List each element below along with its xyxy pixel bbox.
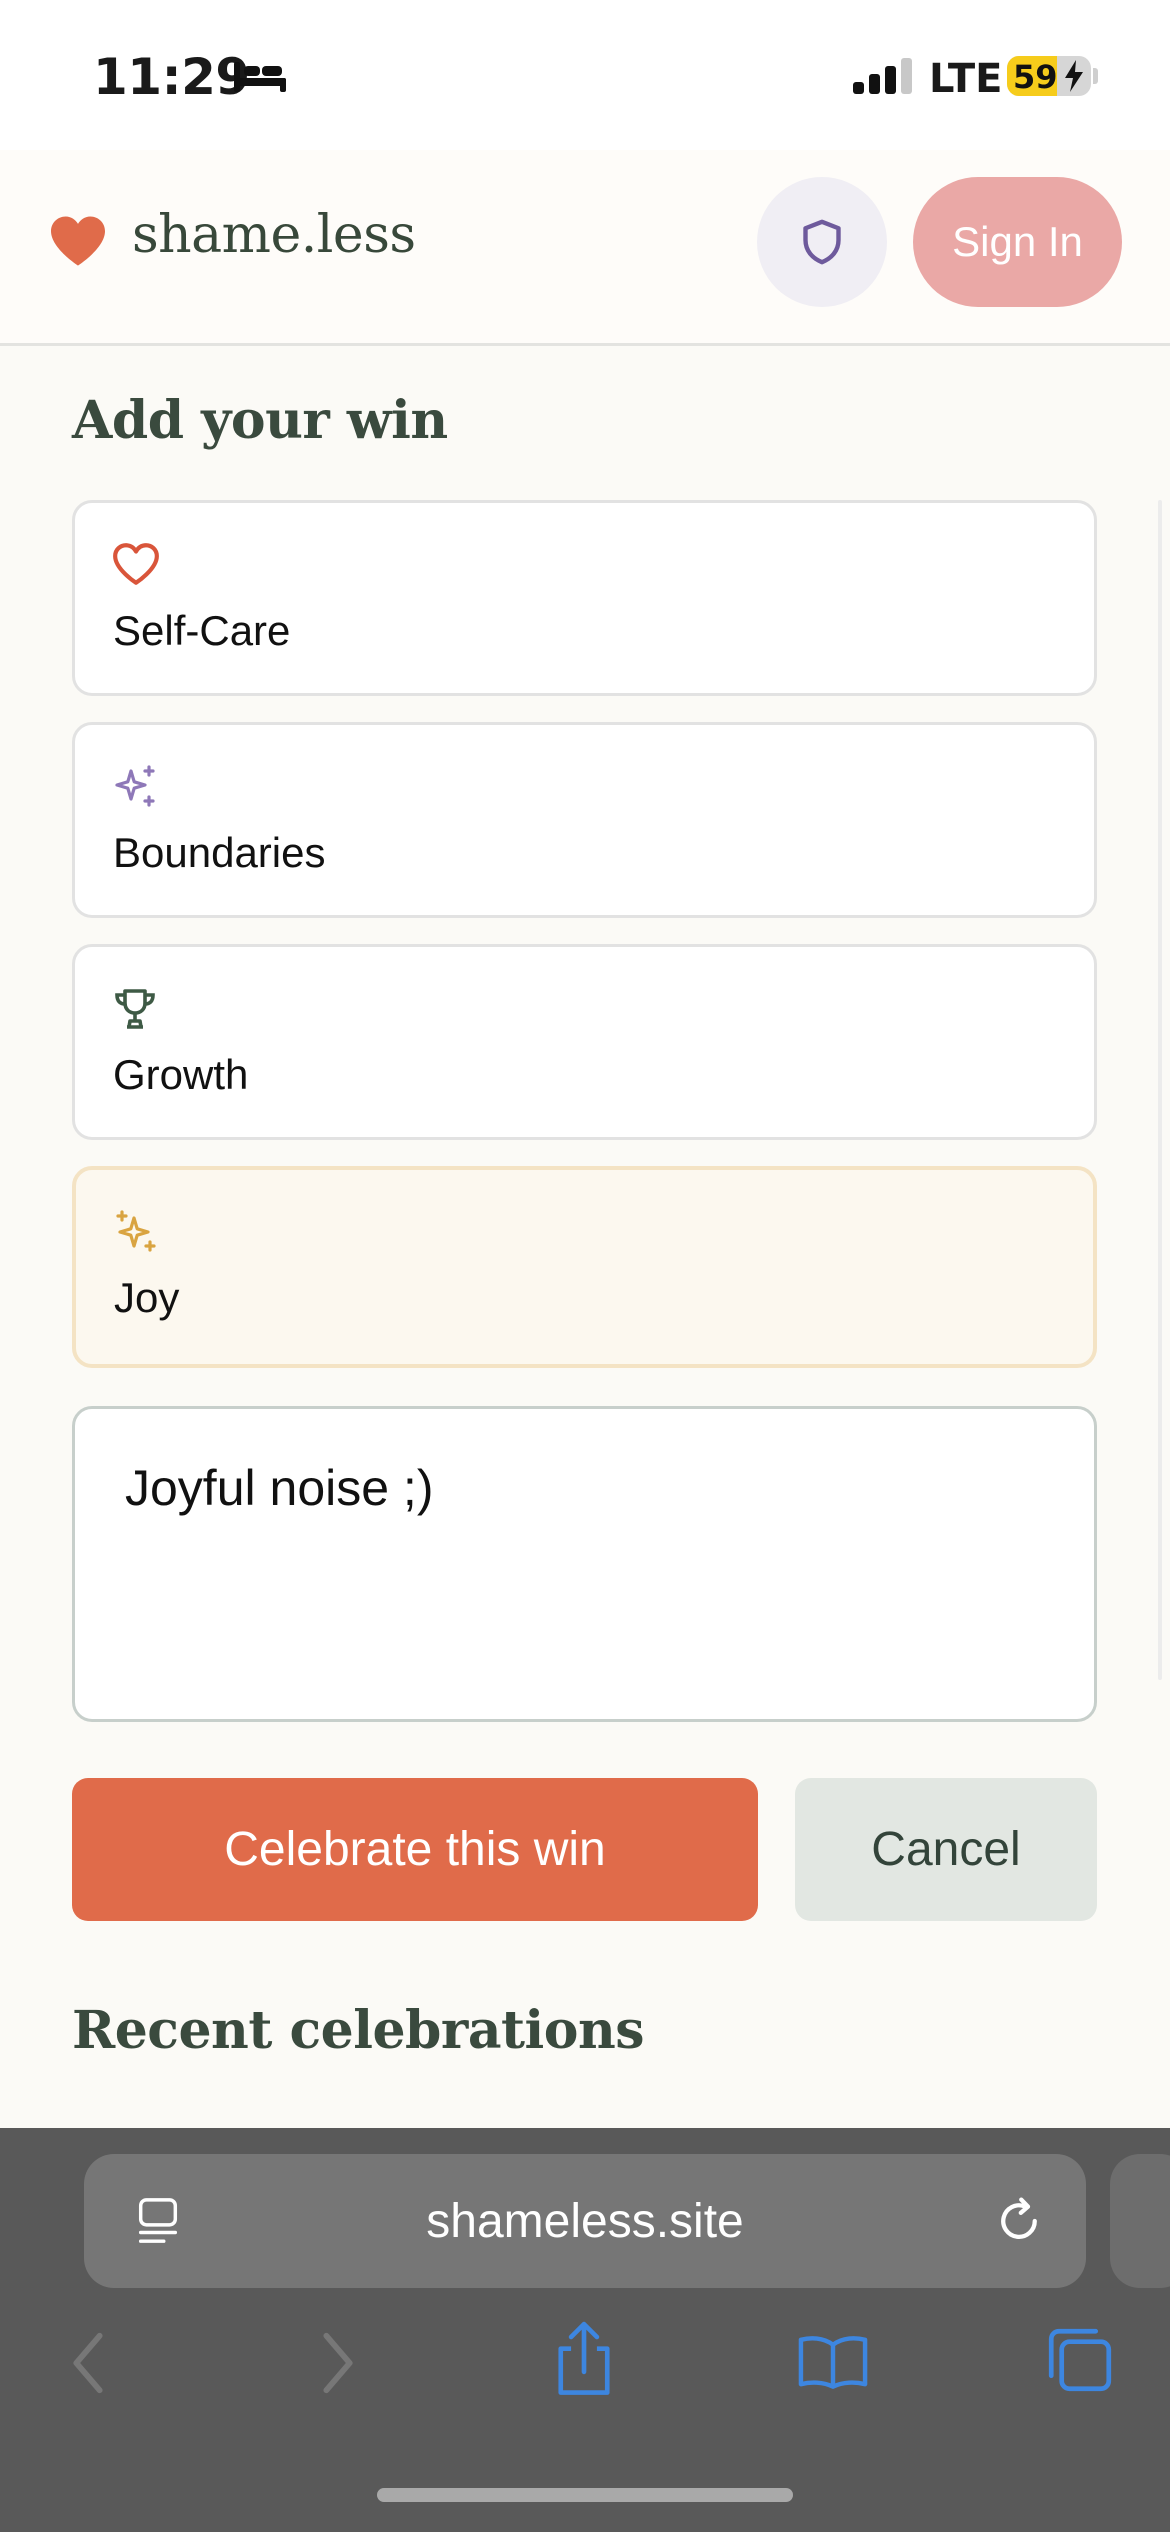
add-win-title: Add your win [72, 390, 448, 451]
battery-cap [1093, 68, 1098, 84]
status-time: 11:29 [93, 48, 250, 106]
privacy-shield-button[interactable] [757, 177, 887, 307]
sleep-bed-icon [232, 60, 288, 99]
recent-celebrations-title: Recent celebrations [72, 2000, 645, 2061]
cancel-button[interactable]: Cancel [795, 1778, 1097, 1921]
category-boundaries[interactable]: Boundaries [72, 722, 1097, 918]
category-label: Self-Care [113, 607, 291, 654]
win-description-input[interactable]: Joyful noise ;) [72, 1406, 1097, 1722]
category-joy[interactable]: Joy [72, 1166, 1097, 1368]
battery-percent: 59 [1013, 58, 1058, 96]
reload-icon[interactable] [992, 2194, 1046, 2253]
forward-icon[interactable] [318, 2328, 358, 2403]
brand-name[interactable]: shame.less [132, 205, 416, 265]
browser-toolbar: shameless.site [0, 2128, 1170, 2532]
scrollbar[interactable] [1158, 500, 1162, 1680]
sparkles-icon [111, 763, 159, 816]
heart-icon [48, 214, 108, 273]
tabs-icon[interactable] [1046, 2326, 1114, 2399]
celebrate-button[interactable]: Celebrate this win [72, 1778, 758, 1921]
url-text[interactable]: shameless.site [84, 2194, 1086, 2249]
category-label: Growth [113, 1051, 249, 1098]
back-icon[interactable] [68, 2328, 108, 2403]
sign-in-button[interactable]: Sign In [913, 177, 1122, 307]
next-tab-peek[interactable] [1110, 2154, 1170, 2288]
category-self-care[interactable]: Self-Care [72, 500, 1097, 696]
sparkles-icon [112, 1208, 160, 1261]
share-icon[interactable] [553, 2320, 615, 2403]
status-bar: 11:29 LTE 59 [0, 0, 1170, 150]
category-growth[interactable]: Growth [72, 944, 1097, 1140]
heart-outline-icon [111, 541, 161, 592]
address-bar[interactable]: shameless.site [84, 2154, 1086, 2288]
trophy-icon [111, 985, 159, 1038]
category-label: Joy [114, 1274, 180, 1321]
app-header: shame.less Sign In [0, 150, 1170, 346]
category-label: Boundaries [113, 829, 326, 876]
battery-charging-icon: 59 [1007, 56, 1091, 96]
bolt-icon [1065, 60, 1083, 92]
network-label: LTE [929, 56, 1003, 102]
home-indicator[interactable] [377, 2488, 793, 2502]
bookmarks-icon[interactable] [796, 2332, 870, 2397]
cellular-signal-icon [853, 58, 915, 99]
shield-icon [803, 219, 841, 265]
